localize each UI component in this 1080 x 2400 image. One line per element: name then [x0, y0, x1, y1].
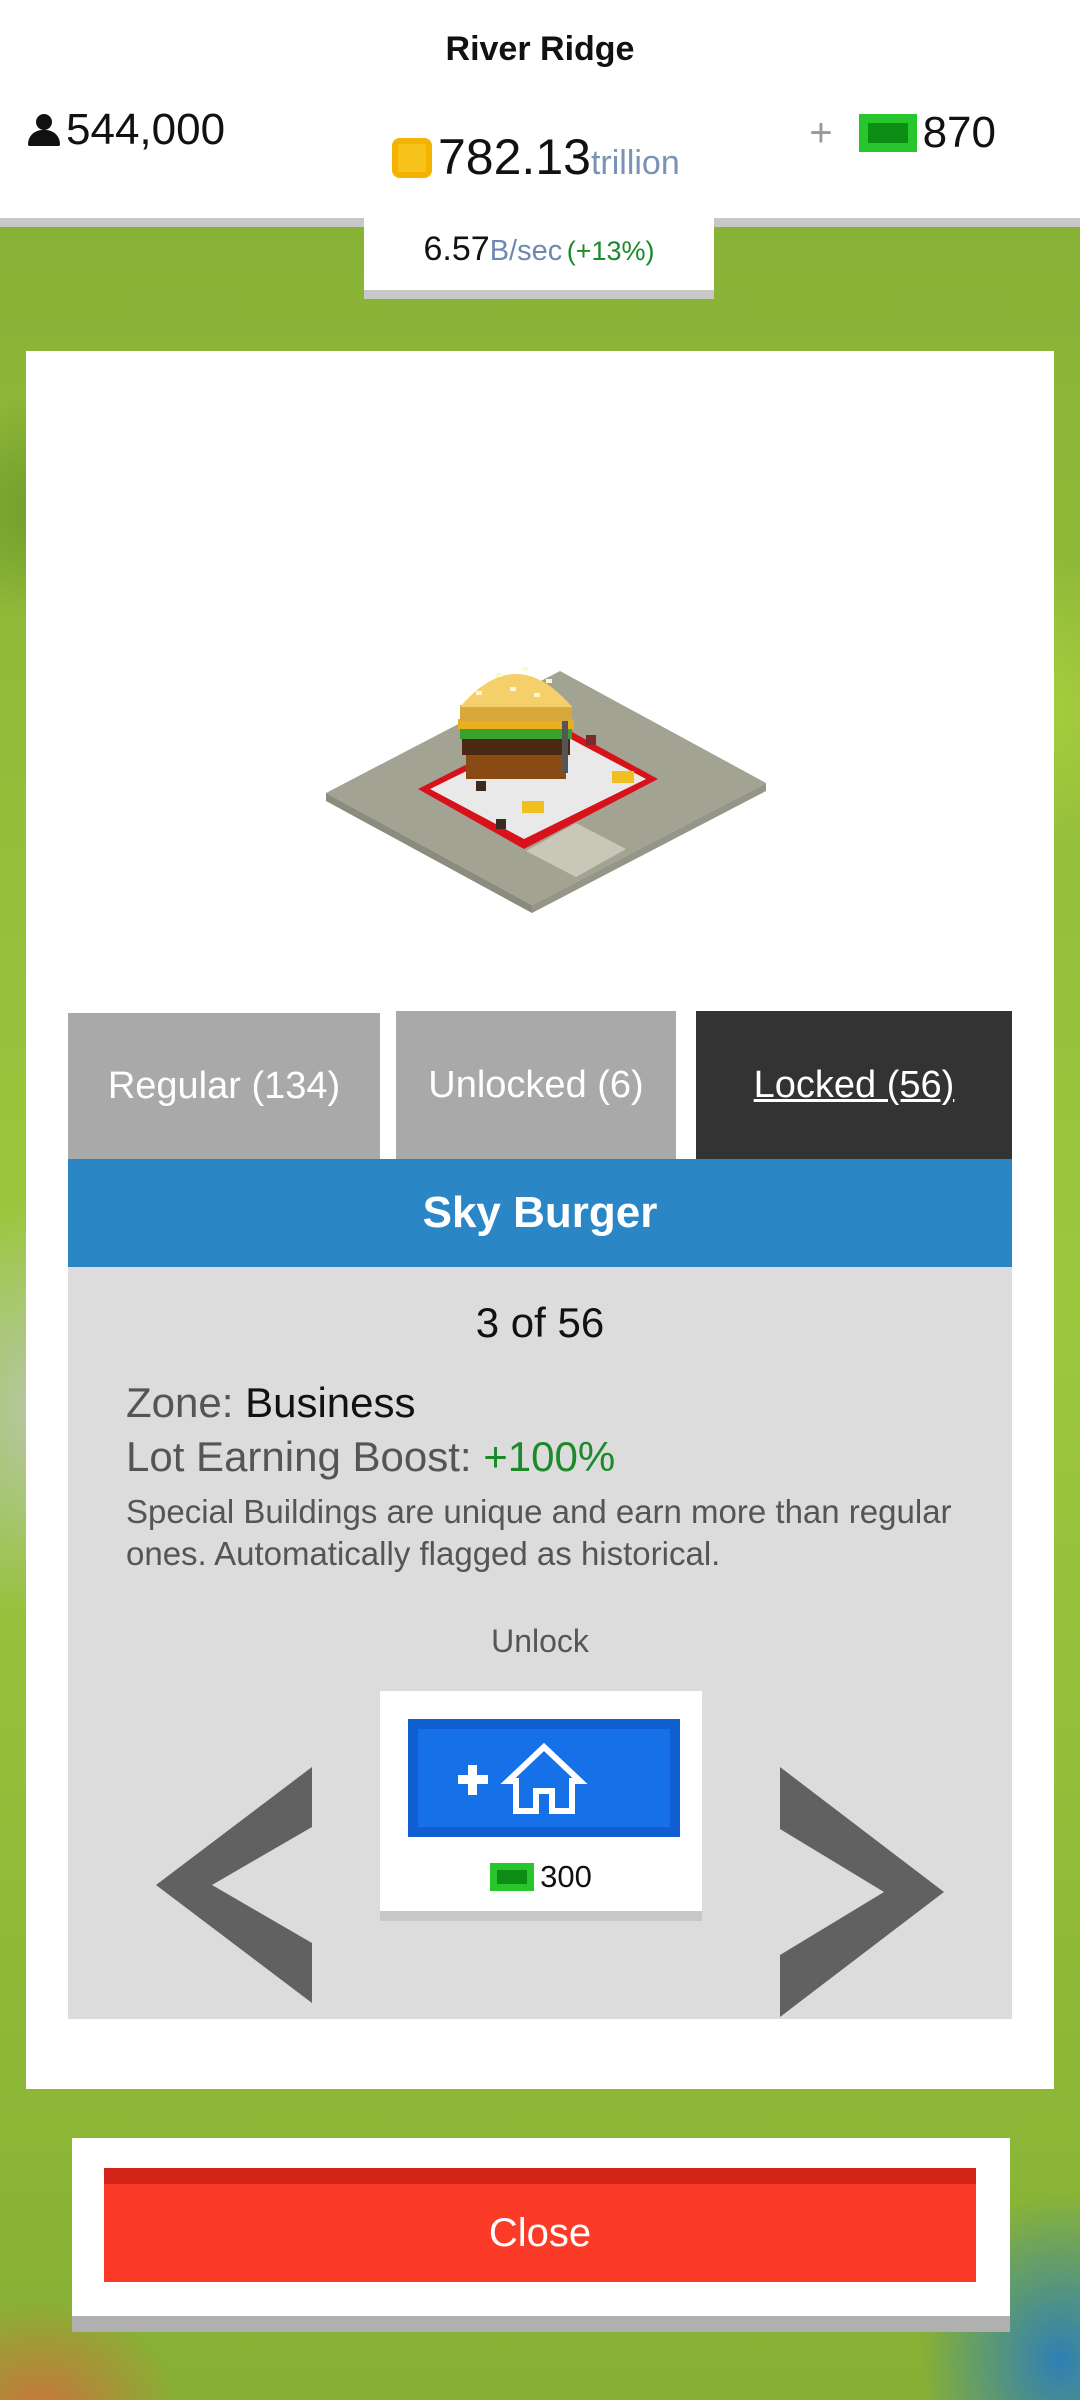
- tab-locked[interactable]: Locked (56): [696, 1011, 1012, 1159]
- population-display: 544,000: [26, 105, 225, 155]
- chevron-left-icon[interactable]: [156, 1767, 312, 2003]
- income-rate-value: 6.57: [423, 230, 490, 268]
- close-card: Close: [72, 2138, 1010, 2332]
- zone-value: Business: [245, 1379, 416, 1426]
- cash-bill-icon: [490, 1863, 535, 1891]
- building-description: Special Buildings are unique and earn mo…: [126, 1493, 952, 1572]
- income-rate-unit: B/sec: [489, 235, 563, 267]
- unlock-cost: 300: [380, 1859, 702, 1895]
- chevron-right-icon[interactable]: [780, 1767, 944, 2017]
- cash-display[interactable]: + 870: [809, 108, 996, 158]
- boost-label: Lot Earning Boost:: [126, 1433, 472, 1480]
- special-buildings-panel: Regular (134) Unlocked (6) Locked (56) S…: [26, 351, 1054, 2089]
- income-rate-change: (+13%): [566, 236, 655, 266]
- coins-display: 782.13 trillion: [392, 132, 680, 182]
- building-title: Sky Burger: [68, 1159, 1012, 1267]
- zone-label: Zone:: [126, 1379, 234, 1426]
- category-tabs: Regular (134) Unlocked (6) Locked (56): [68, 1009, 1012, 1159]
- boost-value: +100%: [483, 1433, 616, 1480]
- unlock-button[interactable]: [408, 1719, 680, 1837]
- city-name: River Ridge: [445, 30, 635, 68]
- unlock-label: Unlock: [491, 1623, 589, 1659]
- tab-regular[interactable]: Regular (134): [68, 1013, 380, 1159]
- income-rate-box: 6.57B/sec (+13%): [364, 210, 714, 299]
- tab-unlocked[interactable]: Unlocked (6): [396, 1011, 676, 1159]
- cash-value: 870: [922, 108, 996, 157]
- sky-burger-building-image: [326, 667, 766, 913]
- status-bar: River Ridge 544,000 782.13 trillion + 87…: [0, 0, 1080, 227]
- unlock-card: 300: [380, 1691, 702, 1921]
- add-cash-button[interactable]: +: [809, 111, 832, 156]
- coins-value: 782.13: [438, 129, 591, 185]
- close-button[interactable]: Close: [104, 2168, 976, 2282]
- coin-icon: [392, 138, 432, 178]
- cash-bill-icon: [858, 114, 917, 152]
- unlock-cost-value: 300: [540, 1859, 592, 1894]
- zone-line: Zone: Business: [126, 1379, 416, 1427]
- person-icon: [26, 112, 62, 148]
- building-info-section: 3 of 56 Zone: Business Lot Earning Boost…: [68, 1267, 1012, 2019]
- plus-house-icon: [458, 1742, 588, 1814]
- building-counter: 3 of 56: [475, 1299, 605, 1346]
- coins-unit: trillion: [590, 144, 680, 182]
- population-value: 544,000: [66, 105, 226, 154]
- boost-line: Lot Earning Boost: +100%: [126, 1433, 615, 1481]
